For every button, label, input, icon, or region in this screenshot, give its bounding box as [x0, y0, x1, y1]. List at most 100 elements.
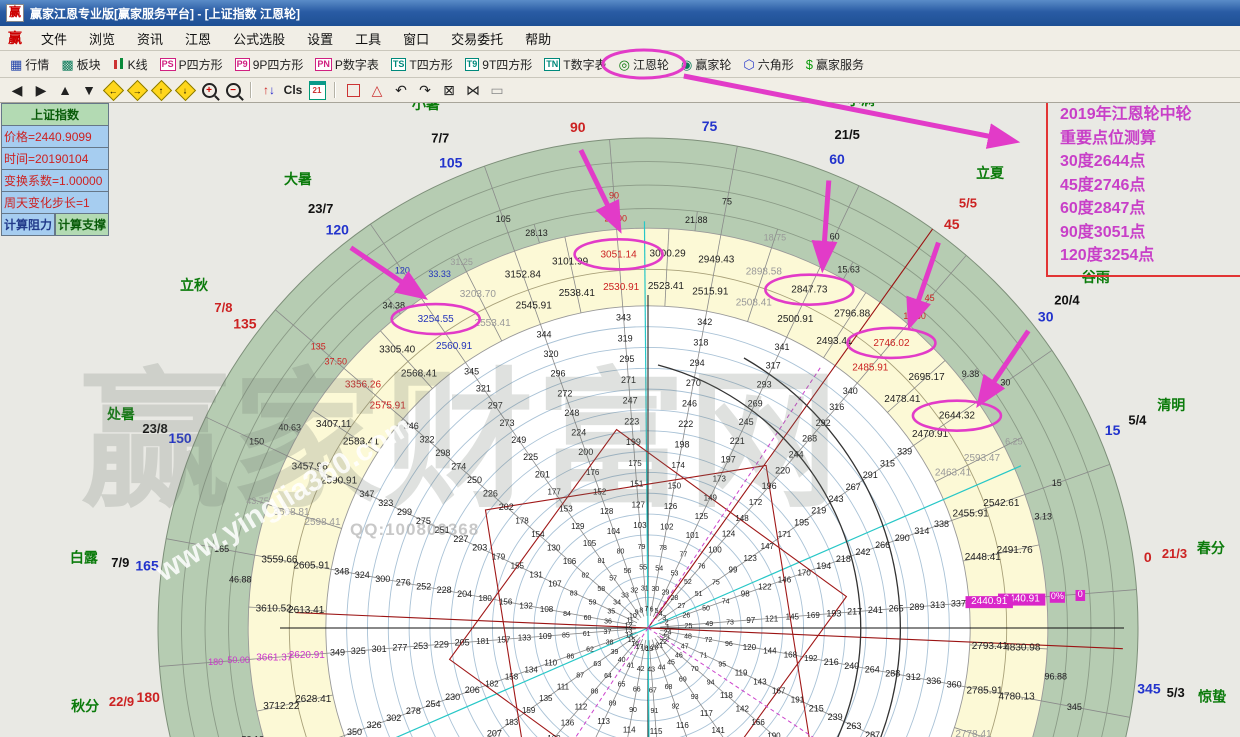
toolbar-赢家服务[interactable]: $赢家服务: [801, 54, 869, 75]
svg-text:120: 120: [395, 266, 410, 276]
svg-text:198: 198: [674, 440, 689, 450]
down-arrow-icon[interactable]: ▼: [78, 81, 100, 99]
menu-item-0[interactable]: 文件: [30, 27, 78, 50]
pan-left-icon[interactable]: ←: [102, 81, 124, 99]
pan-right-icon[interactable]: →: [126, 81, 148, 99]
triangle-tool-icon[interactable]: △: [366, 81, 388, 99]
svg-text:202: 202: [499, 502, 514, 512]
svg-text:220: 220: [775, 465, 790, 475]
pan-up-icon[interactable]: ↑: [150, 81, 172, 99]
fit-view-icon[interactable]: ⋈: [462, 81, 484, 99]
menu-item-1[interactable]: 浏览: [78, 27, 126, 50]
svg-text:145: 145: [786, 613, 800, 622]
svg-text:129: 129: [571, 522, 585, 531]
svg-text:153: 153: [559, 505, 573, 514]
svg-text:296: 296: [550, 369, 565, 379]
rotate-ccw-icon[interactable]: ↶: [390, 81, 412, 99]
menu-item-6[interactable]: 工具: [344, 27, 392, 50]
menu-item-8[interactable]: 交易委托: [440, 27, 514, 50]
calendar-icon[interactable]: 21: [306, 81, 328, 99]
svg-text:50.00: 50.00: [227, 655, 250, 665]
svg-text:40.63: 40.63: [278, 422, 301, 432]
menu-item-2[interactable]: 资讯: [126, 27, 174, 50]
toolbar-label: 江恩轮: [633, 56, 669, 73]
svg-text:84: 84: [563, 611, 571, 618]
svg-text:23/7: 23/7: [308, 201, 333, 216]
toolbar-P四方形[interactable]: PSP四方形: [155, 54, 228, 75]
menu-item-9[interactable]: 帮助: [514, 27, 562, 50]
svg-text:179: 179: [492, 553, 506, 562]
svg-text:250: 250: [467, 475, 482, 485]
square-tool-icon[interactable]: [342, 81, 364, 99]
toolbar-T数字表[interactable]: TNT数字表: [539, 54, 611, 75]
svg-text:28: 28: [671, 595, 679, 602]
toolbar-赢家轮[interactable]: ◉赢家轮: [676, 54, 736, 75]
svg-text:324: 324: [355, 570, 370, 580]
cls-button[interactable]: Cls: [282, 81, 304, 99]
svg-text:2542.61: 2542.61: [983, 498, 1020, 509]
svg-text:8: 8: [639, 607, 643, 614]
svg-text:223: 223: [624, 416, 639, 426]
toolbar-板块[interactable]: ▩板块: [56, 54, 105, 75]
svg-text:171: 171: [778, 530, 792, 539]
svg-text:222: 222: [678, 419, 693, 429]
svg-text:63: 63: [593, 661, 601, 668]
svg-text:291: 291: [863, 470, 878, 480]
toolbar-label: 赢家服务: [816, 56, 864, 73]
svg-text:2455.91: 2455.91: [953, 509, 990, 520]
quotes-table-icon: ▦: [10, 58, 22, 71]
svg-text:221: 221: [730, 436, 745, 446]
menu-item-4[interactable]: 公式选股: [222, 27, 296, 50]
svg-text:277: 277: [392, 643, 407, 653]
callout-line-0: 2019年江恩轮中轮: [1060, 103, 1240, 127]
svg-text:75: 75: [702, 118, 718, 134]
delete-box-icon[interactable]: ⊠: [438, 81, 460, 99]
zoom-out-icon[interactable]: −: [222, 81, 244, 99]
toolbar-9P四方形[interactable]: P99P四方形: [230, 54, 309, 75]
svg-text:立夏: 立夏: [976, 165, 1005, 181]
zoom-in-icon[interactable]: +: [198, 81, 220, 99]
toolbar-江恩轮[interactable]: ◎江恩轮: [614, 54, 674, 75]
svg-text:241: 241: [868, 605, 883, 615]
svg-text:182: 182: [485, 679, 499, 688]
price-scale-icon[interactable]: ↑↓: [258, 81, 280, 99]
toolbar-label: 9T四方形: [482, 56, 532, 73]
svg-text:158: 158: [505, 672, 519, 681]
menu-item-7[interactable]: 窗口: [392, 27, 440, 50]
svg-text:204: 204: [457, 589, 472, 599]
svg-text:3203.70: 3203.70: [460, 289, 497, 300]
up-arrow-icon[interactable]: ▲: [54, 81, 76, 99]
svg-text:9.38: 9.38: [962, 369, 980, 379]
menu-item-3[interactable]: 江恩: [174, 27, 222, 50]
svg-text:294: 294: [690, 358, 705, 368]
svg-text:2628.41: 2628.41: [295, 694, 332, 705]
svg-text:49: 49: [705, 621, 713, 628]
svg-text:216: 216: [824, 657, 839, 667]
toolbar-六角形[interactable]: ⬡六角形: [738, 54, 798, 75]
toolbar-P数字表[interactable]: PNP数字表: [310, 54, 384, 75]
svg-text:4830.98: 4830.98: [1004, 643, 1041, 654]
menu-item-5[interactable]: 设置: [296, 27, 344, 50]
svg-text:274: 274: [451, 461, 466, 471]
pan-down-icon[interactable]: ↓: [174, 81, 196, 99]
annotation-callout-box: 2019年江恩轮中轮重要点位测算30度2644点45度2746点60度2847点…: [1046, 96, 1240, 277]
calc-support-button[interactable]: 计算支撑: [55, 214, 109, 236]
svg-text:98: 98: [741, 590, 750, 599]
calc-resistance-button[interactable]: 计算阻力: [1, 214, 55, 236]
forward-arrow-icon[interactable]: ▶: [30, 81, 52, 99]
svg-text:224: 224: [571, 428, 586, 438]
svg-text:177: 177: [548, 488, 562, 497]
svg-text:41: 41: [627, 663, 635, 670]
screen-icon[interactable]: ▭: [486, 81, 508, 99]
svg-text:4: 4: [659, 611, 663, 618]
toolbar-行情[interactable]: ▦行情: [5, 54, 54, 75]
back-arrow-icon[interactable]: ◀: [6, 81, 28, 99]
svg-text:7/9: 7/9: [111, 555, 129, 570]
toolbar-K线[interactable]: K线: [108, 54, 153, 75]
toolbar-label: K线: [128, 56, 148, 73]
toolbar-T四方形[interactable]: TST四方形: [386, 54, 458, 75]
svg-text:2575.91: 2575.91: [370, 401, 407, 412]
toolbar-9T四方形[interactable]: T99T四方形: [460, 54, 538, 75]
svg-text:33.33: 33.33: [428, 269, 451, 279]
rotate-cw-icon[interactable]: ↷: [414, 81, 436, 99]
